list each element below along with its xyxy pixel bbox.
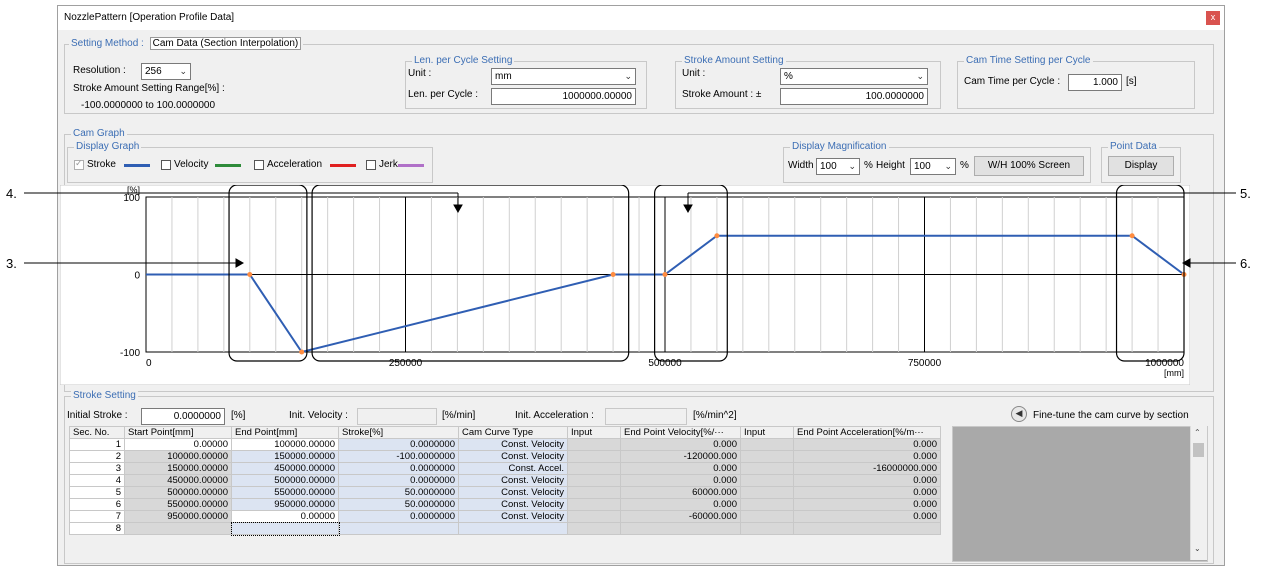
callout-lines xyxy=(24,192,1236,268)
